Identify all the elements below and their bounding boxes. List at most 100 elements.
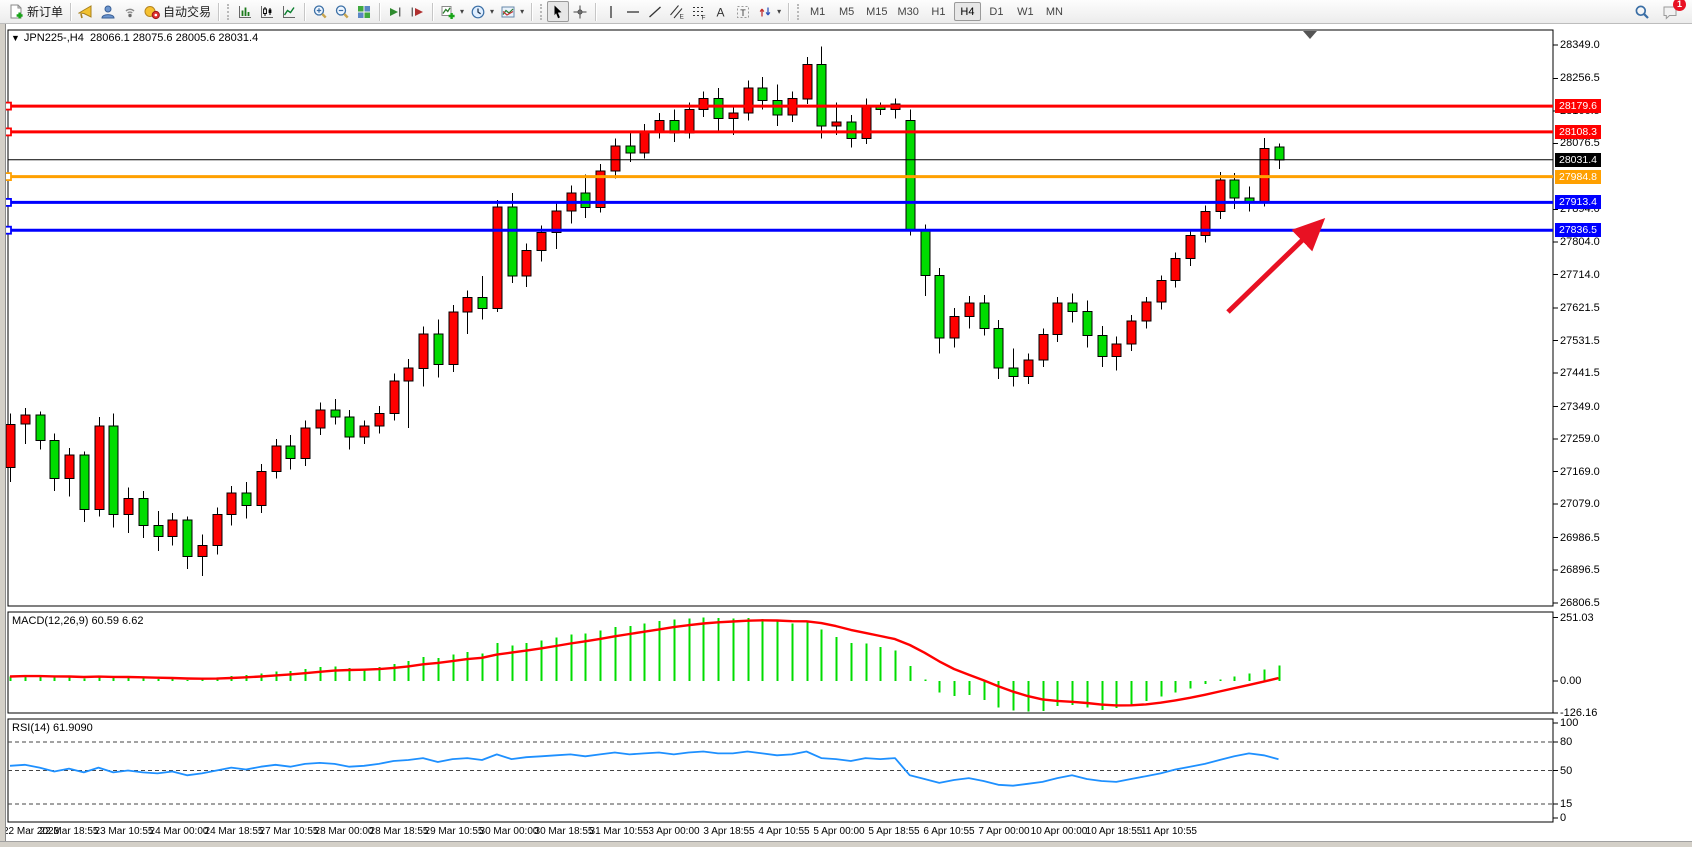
bull-candle <box>729 113 738 118</box>
bear-candle <box>1098 336 1107 357</box>
bear-candle <box>242 493 251 506</box>
fibonacci-tool-button[interactable]: F <box>688 1 710 22</box>
text-tool-button[interactable]: A <box>710 1 732 22</box>
expert-advisors-button[interactable] <box>75 1 97 22</box>
megaphone-icon <box>78 4 94 20</box>
bull-candle <box>360 426 369 437</box>
timeframe-button-mn[interactable]: MN <box>1041 2 1068 21</box>
timeframe-button-d1[interactable]: D1 <box>983 2 1010 21</box>
chevron-down-icon: ▾ <box>490 7 494 16</box>
bull-candle <box>1127 321 1136 344</box>
bear-candle <box>331 410 340 417</box>
timeframe-button-h4[interactable]: H4 <box>954 2 981 21</box>
new-order-label: 新订单 <box>27 3 63 20</box>
notifications-button[interactable]: 1 <box>1659 1 1681 22</box>
bull-candle <box>375 413 384 426</box>
bull-candle <box>124 498 133 514</box>
separator <box>788 3 789 21</box>
signals-button[interactable] <box>119 1 141 22</box>
zoom-in-button[interactable] <box>309 1 331 22</box>
bear-candle <box>80 455 89 509</box>
new-order-button[interactable]: 新订单 <box>5 1 66 22</box>
bull-candle <box>198 546 207 557</box>
profile-button[interactable] <box>97 1 119 22</box>
bear-candle <box>478 298 487 309</box>
horizontal-line-tool-button[interactable] <box>622 1 644 22</box>
auto-scroll-button[interactable] <box>384 1 406 22</box>
window-left-edge <box>0 24 6 847</box>
candlestick-chart-button[interactable] <box>256 1 278 22</box>
text-label-tool-button[interactable]: T <box>732 1 754 22</box>
trend-arrow-annotation <box>1228 225 1318 312</box>
bull-candle <box>862 106 871 139</box>
bull-candle <box>257 471 266 505</box>
crosshair-icon <box>572 4 588 20</box>
bull-candle <box>611 146 620 171</box>
search-button[interactable] <box>1631 1 1653 22</box>
price-line-label[interactable]: 27913.4 <box>1555 195 1601 209</box>
separator <box>432 3 433 21</box>
price-line-label[interactable]: 28108.3 <box>1555 125 1601 139</box>
timeframe-button-m5[interactable]: M5 <box>833 2 860 21</box>
svg-text:T: T <box>740 7 746 17</box>
cursor-tool-button[interactable] <box>547 1 569 22</box>
bull-candle <box>1112 344 1121 356</box>
chevron-down-icon: ▾ <box>777 7 781 16</box>
price-line-label[interactable]: 28179.6 <box>1555 99 1601 113</box>
bull-candle <box>316 410 325 428</box>
line-chart-button[interactable] <box>278 1 300 22</box>
rsi-label: RSI(14) 61.9090 <box>12 722 93 734</box>
templates-button[interactable]: ▾ <box>497 1 527 22</box>
separator <box>304 3 305 21</box>
bull-candle <box>965 303 974 316</box>
vertical-line-icon <box>603 4 619 20</box>
symbol-dropdown-caret[interactable]: ▼ <box>11 33 20 43</box>
rsi-indicator <box>8 742 1553 804</box>
bear-candle <box>434 334 443 365</box>
timeframe-button-h1[interactable]: H1 <box>925 2 952 21</box>
bull-candle <box>65 455 74 479</box>
price-line-label[interactable]: 27984.8 <box>1555 170 1601 184</box>
timeframe-button-m1[interactable]: M1 <box>804 2 831 21</box>
tile-windows-icon <box>356 4 372 20</box>
bear-candle <box>139 498 148 525</box>
bull-candle <box>803 64 812 98</box>
bar-chart-button[interactable] <box>234 1 256 22</box>
bear-candle <box>581 193 590 208</box>
arrows-tool-button[interactable]: ▾ <box>754 1 784 22</box>
bull-candle <box>1039 335 1048 360</box>
auto-trading-button[interactable]: 自动交易 <box>141 1 214 22</box>
price-line-label[interactable]: 28031.4 <box>1555 153 1601 167</box>
line-chart-icon <box>281 4 297 20</box>
toolbar-right-tools: 1 <box>1631 1 1687 22</box>
indicators-button[interactable]: ▾ <box>437 1 467 22</box>
zoom-out-button[interactable] <box>331 1 353 22</box>
periods-button[interactable]: ▾ <box>467 1 497 22</box>
trendline-tool-button[interactable] <box>644 1 666 22</box>
timeframe-button-m30[interactable]: M30 <box>894 2 923 21</box>
bull-candle <box>537 233 546 251</box>
svg-text:A: A <box>717 5 725 19</box>
bull-candle <box>404 368 413 381</box>
zoom-out-icon <box>334 4 350 20</box>
bull-candle <box>21 415 30 424</box>
price-line-label[interactable]: 27836.5 <box>1555 223 1601 237</box>
bull-candle <box>1186 236 1195 259</box>
toolbar-grip <box>227 4 230 20</box>
timeframe-button-m15[interactable]: M15 <box>862 2 891 21</box>
fibonacci-icon: F <box>691 4 707 20</box>
vertical-line-tool-button[interactable] <box>600 1 622 22</box>
window-bottom-edge <box>0 841 1692 847</box>
svg-text:F: F <box>702 14 706 20</box>
chart-shift-button[interactable] <box>406 1 428 22</box>
bull-candle <box>6 424 15 467</box>
crosshair-tool-button[interactable] <box>569 1 591 22</box>
bull-candle <box>685 110 694 134</box>
tile-windows-button[interactable] <box>353 1 375 22</box>
bull-candle <box>463 298 472 313</box>
profile-icon <box>100 4 116 20</box>
separator <box>595 3 596 21</box>
equidistant-channel-tool-button[interactable]: E <box>666 1 688 22</box>
bear-candle <box>183 520 192 556</box>
timeframe-button-w1[interactable]: W1 <box>1012 2 1039 21</box>
